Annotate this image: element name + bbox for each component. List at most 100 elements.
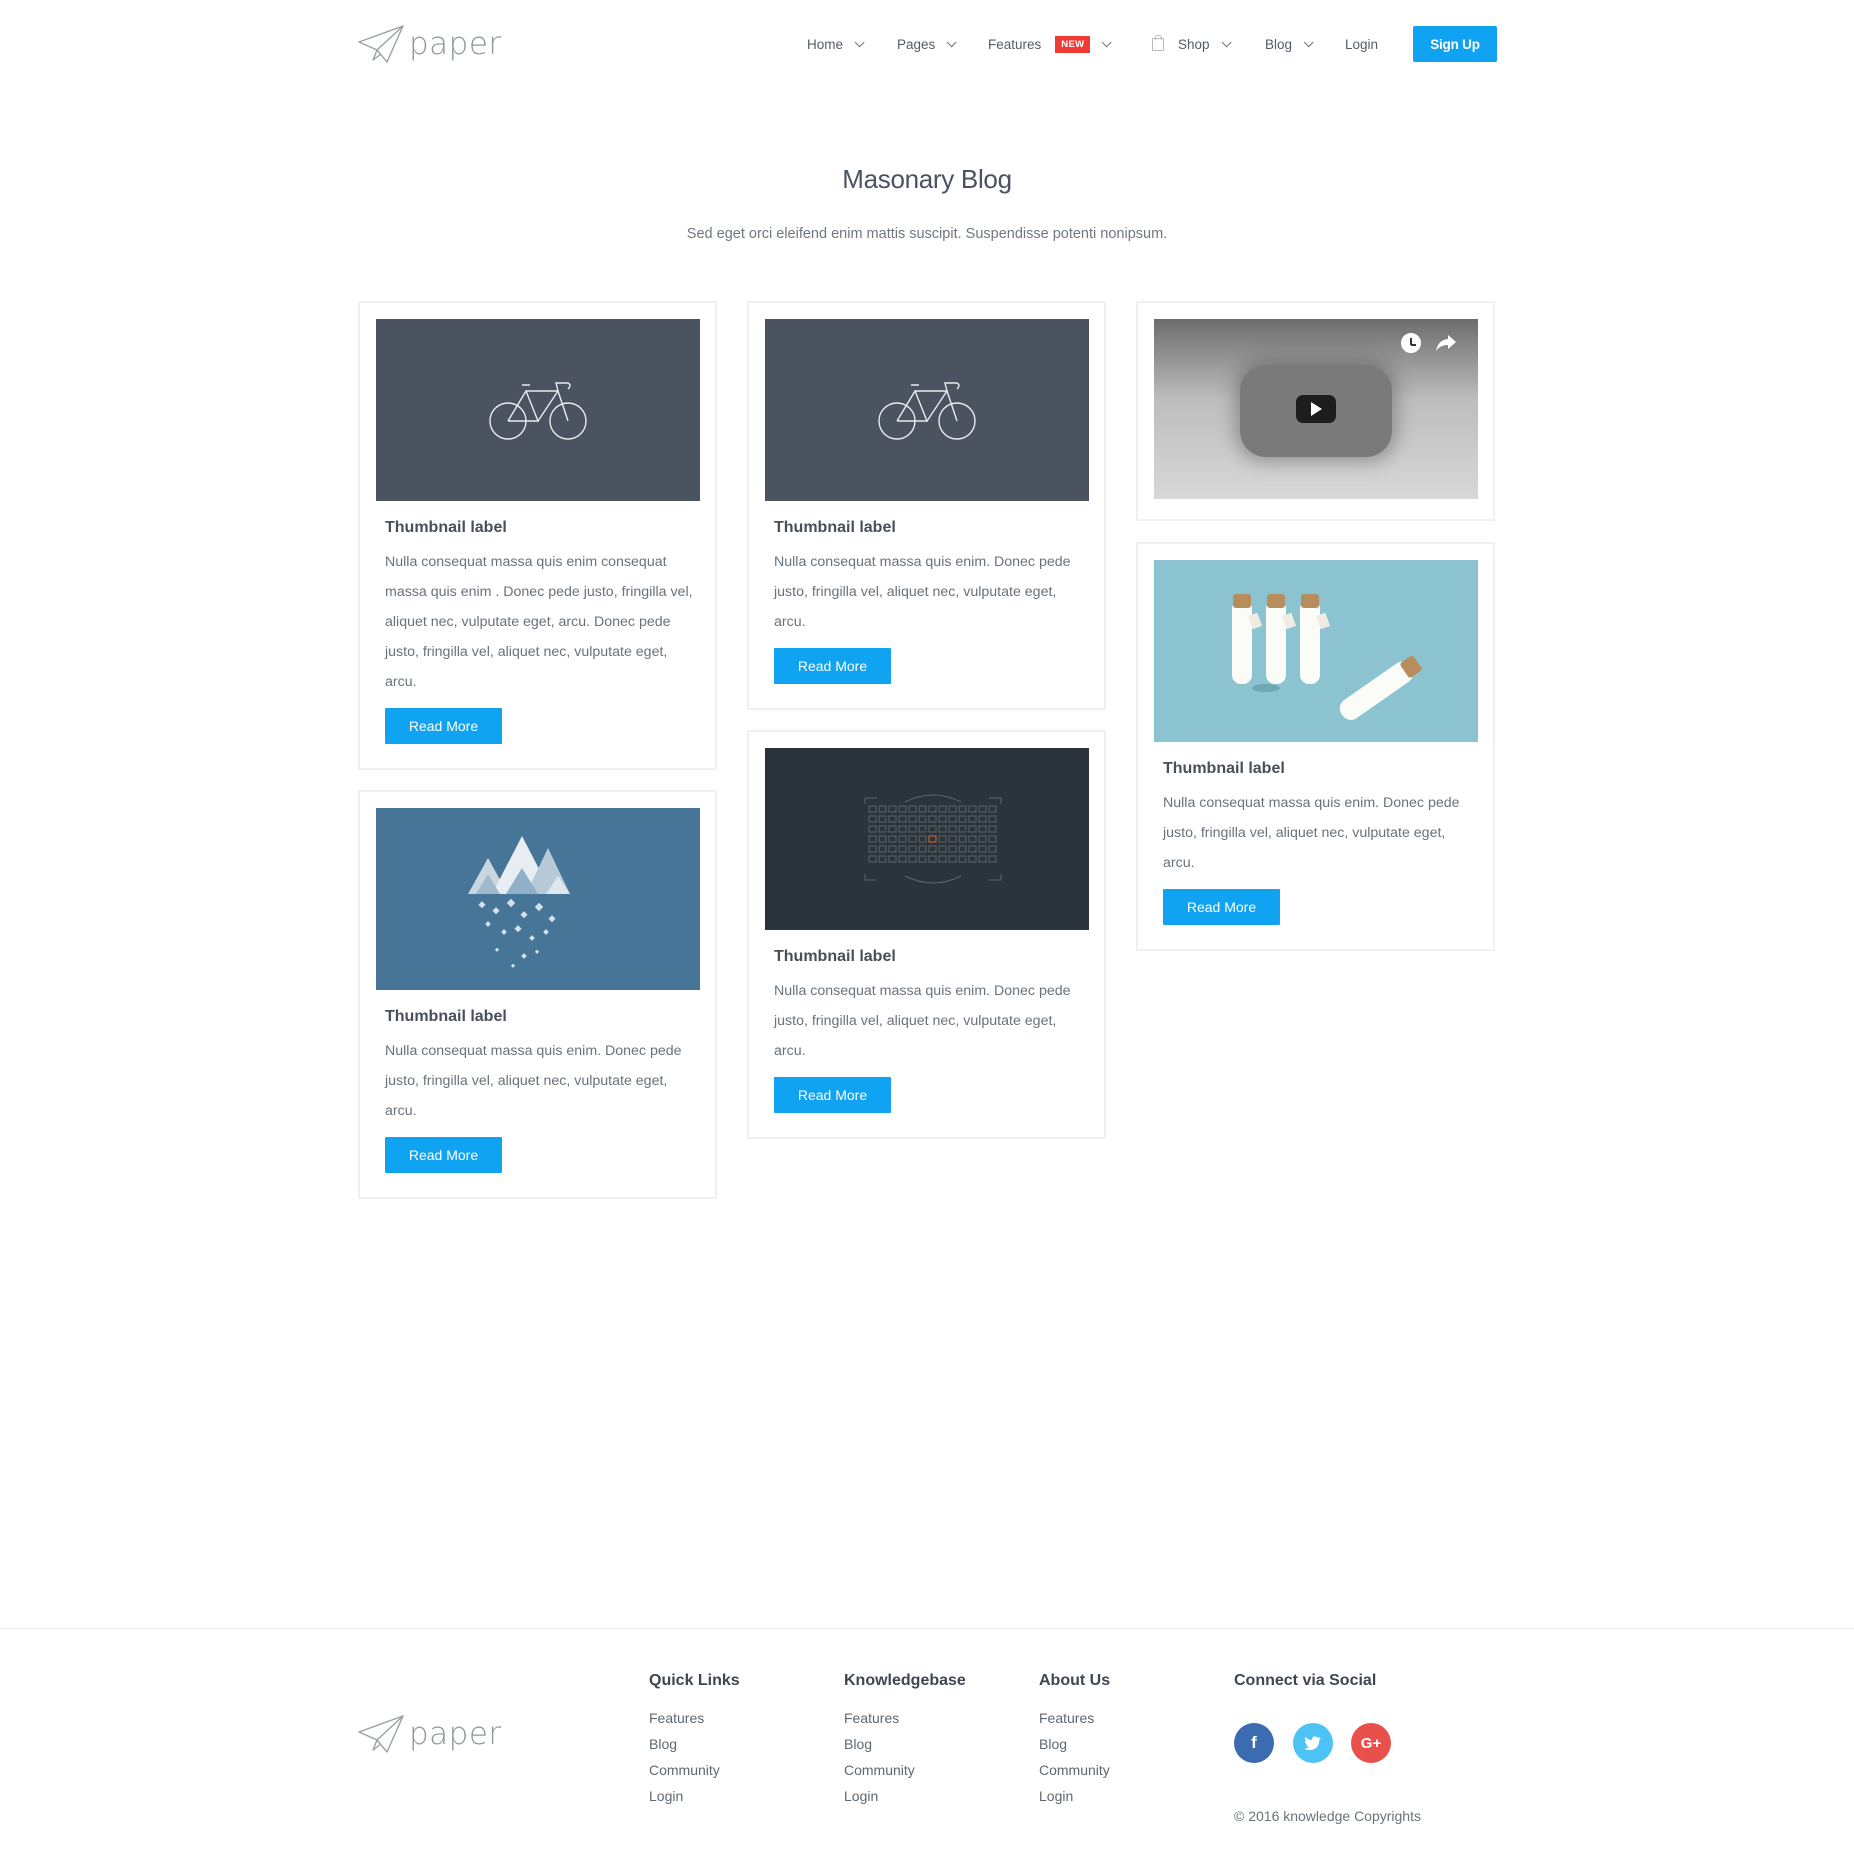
focus-point <box>878 835 887 843</box>
focus-point <box>918 805 927 813</box>
share-icon[interactable] <box>1435 333 1457 353</box>
mountains-image[interactable] <box>376 808 700 990</box>
focus-point <box>908 855 917 863</box>
focus-point <box>878 805 887 813</box>
nav-pages[interactable]: Pages <box>897 26 957 62</box>
footer-link[interactable]: Features <box>844 1705 966 1731</box>
bicycle-image[interactable] <box>376 319 700 501</box>
focus-point <box>908 805 917 813</box>
twitter-icon[interactable]: t <box>1293 1723 1333 1763</box>
footer-link[interactable]: Blog <box>844 1731 966 1757</box>
card-title: Thumbnail label <box>1163 760 1285 777</box>
shopping-bag-icon <box>1152 34 1164 51</box>
footer-link[interactable]: Blog <box>649 1731 740 1757</box>
footer-link[interactable]: Blog <box>1039 1731 1110 1757</box>
video-card <box>1136 301 1495 521</box>
sign-up-button[interactable]: Sign Up <box>1413 26 1497 62</box>
focus-point <box>888 825 897 833</box>
google-plus-icon[interactable]: G+ <box>1351 1723 1391 1763</box>
read-more-button[interactable]: Read More <box>1163 889 1280 925</box>
focus-point <box>878 855 887 863</box>
focus-point <box>868 815 877 823</box>
play-button[interactable] <box>1296 395 1336 423</box>
focus-point <box>868 855 877 863</box>
nav-pages-label: Pages <box>897 36 936 52</box>
focus-point <box>928 805 937 813</box>
new-badge: NEW <box>1055 35 1091 53</box>
focus-point <box>938 845 947 853</box>
focus-point <box>958 805 967 813</box>
geometric-mountains-illustration <box>468 836 570 968</box>
card-title: Thumbnail label <box>385 519 507 536</box>
brand-name: paper <box>409 26 502 62</box>
focus-point <box>948 845 957 853</box>
focus-point <box>938 805 947 813</box>
footer-link[interactable]: Features <box>1039 1705 1110 1731</box>
focus-point <box>868 845 877 853</box>
blog-card: Thumbnail label Nulla consequat massa qu… <box>747 301 1106 710</box>
footer-link[interactable]: Login <box>1039 1783 1110 1809</box>
focus-point <box>968 855 977 863</box>
focus-point <box>898 845 907 853</box>
paper-plane-icon <box>358 1715 404 1753</box>
focus-point <box>988 815 997 823</box>
read-more-button[interactable]: Read More <box>774 1077 891 1113</box>
paper-plane-icon <box>358 25 404 63</box>
page-title: Masonary Blog <box>842 164 1012 194</box>
read-more-button[interactable]: Read More <box>385 1137 502 1173</box>
copyright-text: © 2016 knowledge Copyrights <box>1234 1808 1421 1824</box>
read-more-button[interactable]: Read More <box>385 708 502 744</box>
brand-name: paper <box>409 1716 502 1752</box>
focus-point <box>928 815 937 823</box>
focus-grid-image[interactable] <box>765 748 1089 930</box>
footer-column-quick-links: Quick Links Features Blog Community Logi… <box>649 1672 740 1809</box>
focus-point <box>928 855 937 863</box>
card-title: Thumbnail label <box>385 1008 507 1025</box>
footer-link[interactable]: Login <box>844 1783 966 1809</box>
focus-point <box>948 825 957 833</box>
nav-blog-label: Blog <box>1265 36 1293 52</box>
chevron-down-icon <box>1303 36 1314 47</box>
page-subtitle: Sed eget orci eleifend enim mattis susci… <box>686 226 1168 242</box>
read-more-button[interactable]: Read More <box>774 648 891 684</box>
focus-point <box>988 845 997 853</box>
camera-focus-grid-illustration <box>864 794 1002 884</box>
focus-point <box>918 845 927 853</box>
focus-point <box>968 815 977 823</box>
focus-point <box>928 845 937 853</box>
focus-point <box>928 825 937 833</box>
focus-point <box>968 845 977 853</box>
nav-home[interactable]: Home <box>807 26 865 62</box>
nav-features-label: Features <box>988 36 1042 52</box>
card-title: Thumbnail label <box>774 948 896 965</box>
nav-features[interactable]: Features NEW <box>988 26 1112 62</box>
focus-point <box>898 825 907 833</box>
video-player[interactable] <box>1154 319 1478 499</box>
nav-blog[interactable]: Blog <box>1265 26 1314 62</box>
chevron-down-icon <box>854 36 865 47</box>
focus-point <box>868 835 877 843</box>
watch-later-icon[interactable] <box>1401 333 1421 353</box>
bicycle-image[interactable] <box>765 319 1089 501</box>
footer-link[interactable]: Community <box>844 1757 966 1783</box>
active-focus-point <box>928 835 937 843</box>
footer-link[interactable]: Community <box>1039 1757 1110 1783</box>
footer-brand-logo[interactable]: paper <box>357 1714 502 1754</box>
facebook-icon[interactable]: f <box>1234 1723 1274 1763</box>
chevron-down-icon <box>946 36 957 47</box>
footer-link[interactable]: Login <box>649 1783 740 1809</box>
nav-shop[interactable]: Shop <box>1152 26 1232 62</box>
brand-logo[interactable]: paper <box>357 24 502 64</box>
focus-point <box>878 815 887 823</box>
focus-point <box>888 845 897 853</box>
play-icon <box>1310 402 1322 416</box>
footer-link[interactable]: Community <box>649 1757 740 1783</box>
focus-point <box>968 805 977 813</box>
focus-point <box>978 835 987 843</box>
nav-home-label: Home <box>807 36 844 52</box>
focus-point <box>908 835 917 843</box>
nav-login[interactable]: Login <box>1345 26 1378 62</box>
footer-link[interactable]: Features <box>649 1705 740 1731</box>
card-title: Thumbnail label <box>774 519 896 536</box>
bottles-image[interactable] <box>1154 560 1478 742</box>
